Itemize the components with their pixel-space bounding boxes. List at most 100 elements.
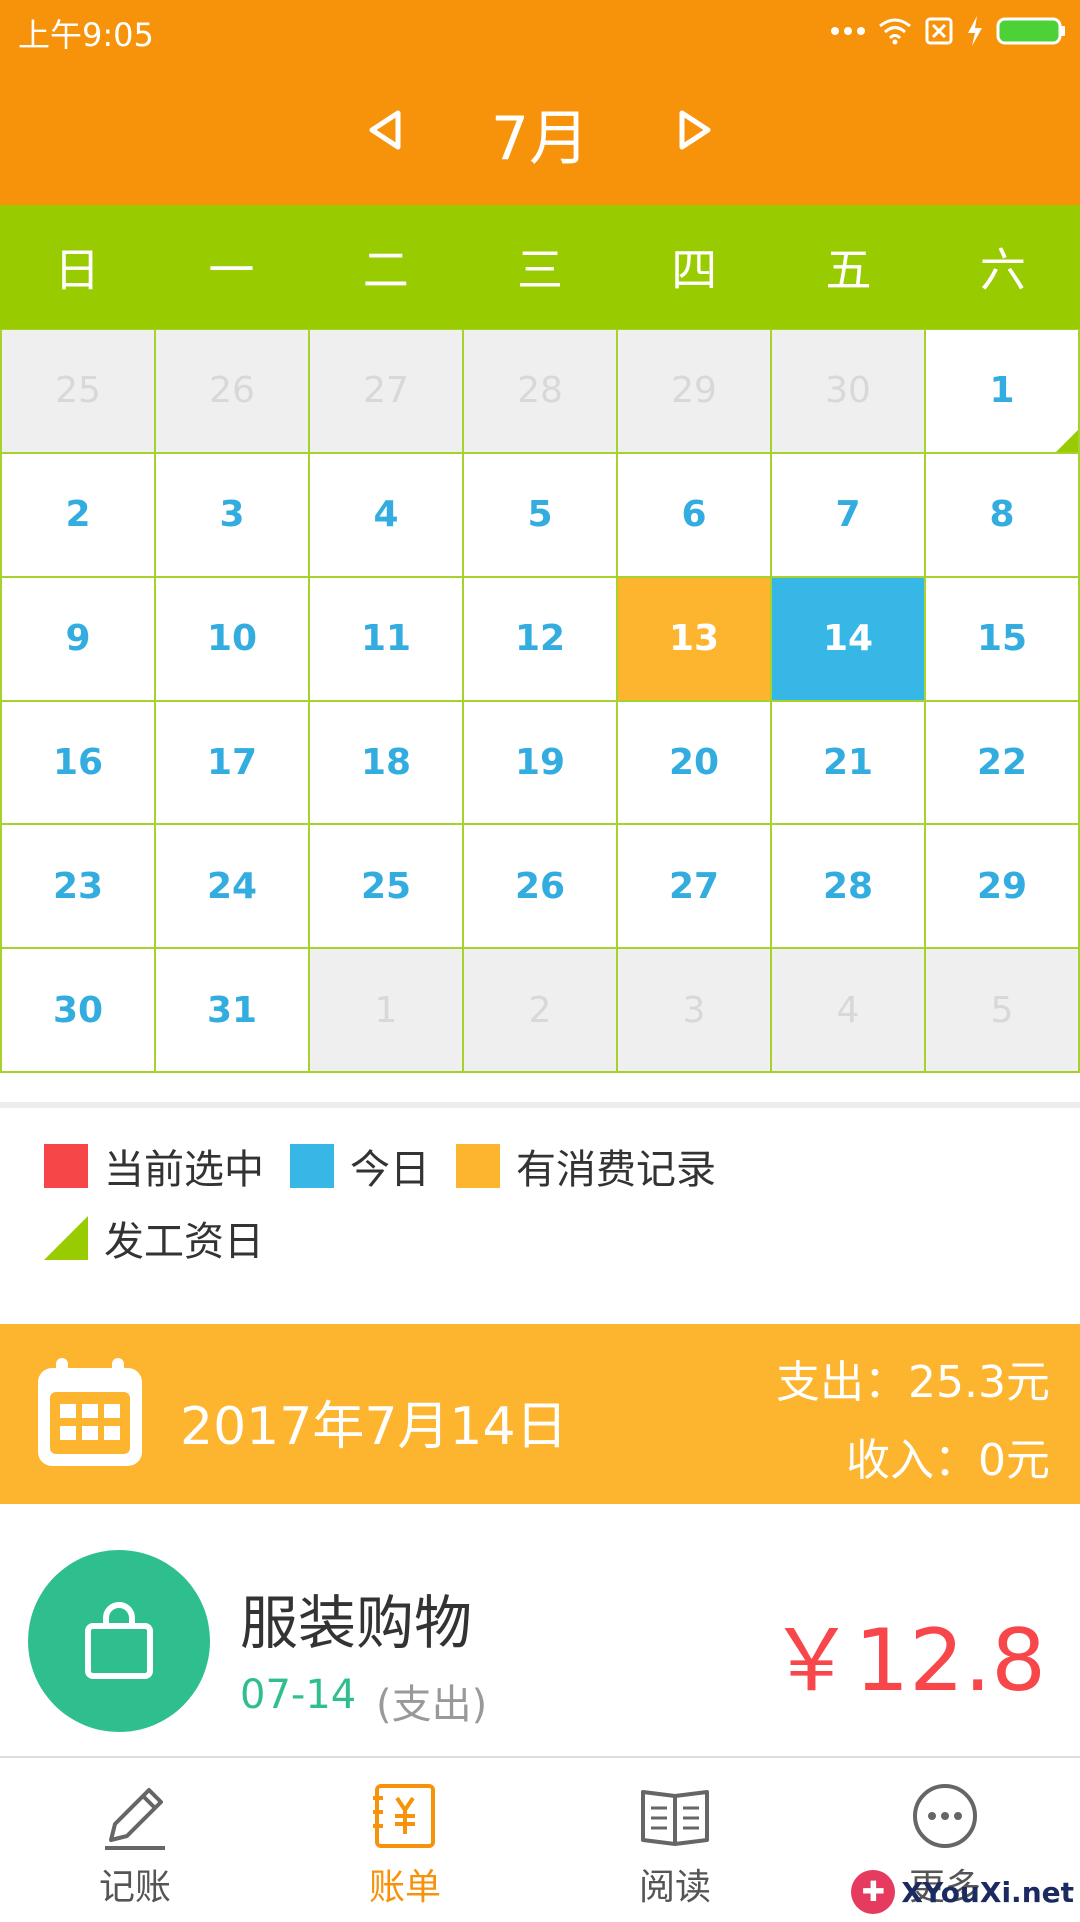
day-number: 28 — [517, 370, 563, 412]
site-watermark: ✚ XYouXi.net — [851, 1870, 1074, 1914]
calendar-day-cell[interactable]: 4 — [772, 949, 926, 1073]
day-number: 5 — [990, 989, 1014, 1031]
record-category: 服装购物 — [240, 1589, 473, 1657]
day-number: 4 — [836, 989, 860, 1031]
calendar-day-cell[interactable]: 16 — [2, 701, 156, 826]
calendar-day-cell[interactable]: 27 — [310, 330, 464, 454]
calendar-day-cell[interactable]: 1 — [310, 949, 464, 1073]
divider — [0, 1102, 1080, 1108]
calendar-day-cell[interactable]: 3 — [618, 949, 772, 1073]
month-title: 7月 — [490, 104, 590, 174]
calendar-day-cell[interactable]: 22 — [926, 701, 1080, 826]
payday-marker-icon — [1056, 429, 1078, 452]
summary-income: 收入：0元 — [846, 1435, 1050, 1486]
calendar-day-cell[interactable]: 30 — [772, 330, 926, 454]
record-type: (支出) — [376, 1682, 488, 1728]
calendar-day-cell[interactable]: 5 — [464, 453, 618, 578]
calendar-day-cell[interactable]: 31 — [156, 949, 310, 1073]
weekday-label: 四 — [671, 243, 718, 297]
day-number: 19 — [514, 741, 566, 783]
tab-record[interactable]: 记账 — [0, 1758, 270, 1922]
calendar-day-cell[interactable]: 7 — [772, 453, 926, 578]
day-number: 27 — [363, 370, 409, 412]
day-number: 23 — [52, 865, 104, 907]
calendar-day-cell[interactable]: 4 — [310, 453, 464, 578]
calendar-day-cell[interactable]: 21 — [772, 701, 926, 826]
day-number: 25 — [55, 370, 101, 412]
day-number: 26 — [209, 370, 255, 412]
calendar-day-cell[interactable]: 5 — [926, 949, 1080, 1073]
day-number: 30 — [825, 370, 871, 412]
calendar-day-cell[interactable]: 8 — [926, 453, 1080, 578]
weekday-bar: 日 一 二 三 四 五 六 — [0, 205, 1080, 329]
calendar-day-cell[interactable]: 10 — [156, 577, 310, 702]
calendar-day-cell[interactable]: 19 — [464, 701, 618, 826]
weekday-label: 五 — [825, 243, 872, 297]
wifi-icon — [879, 18, 911, 45]
calendar-day-cell[interactable]: 1 — [926, 330, 1080, 454]
calendar-day-cell[interactable]: 29 — [926, 825, 1080, 950]
day-number: 4 — [373, 494, 399, 536]
day-number: 28 — [822, 865, 874, 907]
day-number: 2 — [528, 989, 552, 1031]
day-number: 8 — [989, 494, 1015, 536]
battery-icon — [996, 17, 1065, 45]
calendar-day-cell[interactable]: 26 — [464, 825, 618, 950]
calendar-day-cell[interactable]: 14 — [772, 577, 926, 702]
more-dots-icon — [831, 27, 865, 35]
watermark-text: XYouXi.net — [901, 1875, 1074, 1909]
day-number: 13 — [668, 618, 720, 660]
calendar-day-cell[interactable]: 13 — [618, 577, 772, 702]
day-number: 11 — [360, 618, 412, 660]
legend-swatch-today — [290, 1144, 334, 1188]
day-number: 1 — [374, 989, 398, 1031]
payday-triangle-icon — [44, 1216, 88, 1260]
day-number: 3 — [682, 989, 706, 1031]
calendar-day-cell[interactable]: 6 — [618, 453, 772, 578]
calendar-day-cell[interactable]: 2 — [2, 453, 156, 578]
calendar-day-cell[interactable]: 26 — [156, 330, 310, 454]
calendar-day-cell[interactable]: 29 — [618, 330, 772, 454]
weekday-label: 三 — [516, 243, 563, 297]
record-item[interactable]: 服装购物 07-14 (支出) ￥12.8 — [0, 1504, 1080, 1754]
day-number: 22 — [976, 741, 1028, 783]
calendar-day-cell[interactable]: 24 — [156, 825, 310, 950]
calendar-day-cell[interactable]: 25 — [310, 825, 464, 950]
next-month-icon[interactable] — [668, 105, 718, 155]
no-sim-icon — [925, 17, 953, 45]
legend-swatch-selected — [44, 1144, 88, 1188]
month-header: 7月 — [0, 60, 1080, 205]
calendar-day-cell[interactable]: 30 — [2, 949, 156, 1073]
calendar-day-cell[interactable]: 2 — [464, 949, 618, 1073]
calendar-day-cell[interactable]: 12 — [464, 577, 618, 702]
calendar-day-cell[interactable]: 9 — [2, 577, 156, 702]
calendar-day-cell[interactable]: 25 — [2, 330, 156, 454]
day-number: 12 — [514, 618, 566, 660]
tab-read[interactable]: 阅读 — [540, 1758, 810, 1922]
calendar-day-cell[interactable]: 20 — [618, 701, 772, 826]
day-number: 2 — [65, 494, 91, 536]
day-number: 18 — [360, 741, 412, 783]
calendar-day-cell[interactable]: 23 — [2, 825, 156, 950]
shopping-bag-icon — [85, 1602, 153, 1679]
tab-bills[interactable]: 账单 — [270, 1758, 540, 1922]
bill-icon — [373, 1784, 435, 1848]
calendar-day-cell[interactable]: 17 — [156, 701, 310, 826]
calendar-day-cell[interactable]: 18 — [310, 701, 464, 826]
day-number: 16 — [52, 741, 104, 783]
calendar-day-cell[interactable]: 3 — [156, 453, 310, 578]
day-number: 3 — [219, 494, 245, 536]
calendar-day-cell[interactable]: 27 — [618, 825, 772, 950]
pencil-icon — [105, 1788, 165, 1850]
legend-record: 有消费记录 — [456, 1137, 716, 1195]
book-icon — [641, 1790, 709, 1846]
weekday-label: 日 — [54, 243, 101, 297]
bottom-tab-bar: 记账 账单 阅读 更多 ✚ XYouXi.net — [0, 1756, 1080, 1922]
calendar-day-cell[interactable]: 15 — [926, 577, 1080, 702]
calendar-day-cell[interactable]: 28 — [772, 825, 926, 950]
calendar-day-cell[interactable]: 11 — [310, 577, 464, 702]
calendar-day-cell[interactable]: 28 — [464, 330, 618, 454]
day-summary-bar: 2017年7月14日 支出：25.3元 收入：0元 — [0, 1324, 1080, 1504]
day-number: 17 — [206, 741, 258, 783]
day-number: 27 — [668, 865, 720, 907]
